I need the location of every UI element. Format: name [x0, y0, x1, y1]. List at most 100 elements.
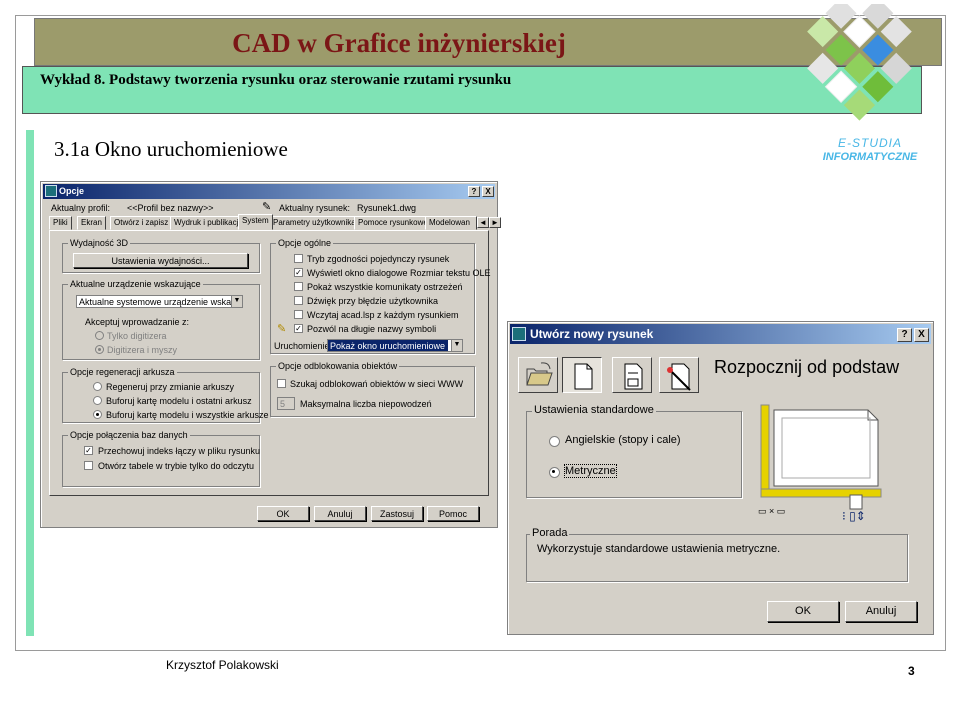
imperial-label: Angielskie (stopy i cale) [565, 434, 681, 446]
metric-label: Metryczne [564, 464, 617, 478]
long-names-checkbox[interactable]: ✓ [294, 324, 303, 333]
close-icon[interactable]: X [482, 186, 494, 197]
pointing-group: Aktualne urządzenie wskazujące Aktualne … [62, 279, 260, 360]
cache-all-layouts-label: Buforuj kartę modelu i wszystkie arkusze [106, 410, 269, 420]
tip-text: Wykorzystuje standardowe ustawienia metr… [537, 543, 781, 555]
tab-scroll-right-icon[interactable]: ► [489, 217, 501, 228]
system-tab-panel: Wydajność 3D Ustawienia wydajności... Ak… [49, 230, 491, 496]
store-links-index-checkbox[interactable]: ✓ [84, 446, 93, 455]
single-drawing-checkbox[interactable] [294, 254, 303, 263]
ole-dialog-label: Wyświetl okno dialogowe Rozmiar tekstu O… [307, 268, 491, 278]
autocad-icon [512, 327, 526, 341]
unlock-group: Opcje odblokowania obiektów Szukaj odblo… [270, 361, 475, 417]
help-button[interactable]: Pomoc [427, 506, 479, 521]
ole-dialog-checkbox[interactable]: ✓ [294, 268, 303, 277]
new-drawing-dialog: Utwórz nowy rysunek ? X Rozpocznij od po… [507, 321, 934, 635]
tab-pliki[interactable]: Pliki [49, 216, 72, 230]
general-group-label: Opcje ogólne [276, 238, 334, 248]
logo-text-informatyczne: INFORMATYCZNE [822, 151, 918, 163]
show-warnings-label: Pokaż wszystkie komunikaty ostrzeżeń [307, 282, 463, 292]
search-web-unlock-checkbox[interactable] [277, 379, 286, 388]
page-number: 3 [908, 664, 915, 678]
svg-text:▭ × ▭: ▭ × ▭ [758, 506, 785, 516]
profile-label: Aktualny profil: [51, 203, 111, 213]
readonly-tables-label: Otwórz tabele w trybie tylko do odczytu [98, 461, 255, 471]
digitizer-mouse-radio[interactable] [95, 345, 104, 354]
unlock-group-label: Opcje odblokowania obiektów [276, 361, 400, 371]
open-drawing-button[interactable] [518, 357, 558, 393]
regen-on-switch-label: Regeneruj przy zmianie arkuszy [106, 382, 235, 392]
author-name: Krzysztof Polakowski [166, 658, 279, 672]
regen-on-switch-radio[interactable] [93, 382, 102, 391]
ok-button[interactable]: OK [767, 601, 839, 622]
load-acadlsp-label: Wczytaj acad.lsp z każdym rysunkiem [307, 310, 459, 320]
perf-group-label: Wydajność 3D [68, 238, 130, 248]
pointing-device-value: Aktualne systemowe urządzenie wskazujące [79, 297, 243, 307]
chevron-down-icon: ▼ [231, 296, 242, 307]
tab-wydruk[interactable]: Wydruk i publikacja [170, 216, 247, 230]
autocad-icon [45, 185, 57, 197]
beep-on-error-label: Dźwięk przy błędzie użytkownika [307, 296, 439, 306]
start-from-scratch-heading: Rozpocznij od podstaw [714, 357, 900, 377]
lecture-title: Wykład 8. Podstawy tworzenia rysunku ora… [40, 72, 512, 88]
help-title-button[interactable]: ? [468, 186, 480, 197]
max-failures-input[interactable]: 5 [277, 397, 295, 410]
chevron-down-icon: ▼ [451, 340, 462, 351]
long-names-label: Pozwól na długie nazwy symboli [307, 324, 437, 334]
regen-group: Opcje regeneracji arkusza Regeneruj przy… [62, 367, 269, 423]
drawing-value: Rysunek1.dwg [357, 203, 417, 213]
digitizer-mouse-label: Digitizera i myszy [107, 345, 178, 355]
metric-radio[interactable] [549, 467, 560, 478]
help-title-button[interactable]: ? [897, 328, 912, 342]
cancel-button[interactable]: Anuluj [314, 506, 366, 521]
pointing-group-label: Aktualne urządzenie wskazujące [68, 279, 203, 289]
cache-last-layout-radio[interactable] [93, 396, 102, 405]
blank-page-icon [574, 363, 593, 390]
svg-text:⁝ ▯⇕: ⁝ ▯⇕ [842, 509, 866, 522]
tab-otworz-zapisz[interactable]: Otwórz i zapisz [110, 216, 173, 230]
pointing-device-select[interactable]: Aktualne systemowe urządzenie wskazujące… [76, 295, 243, 308]
show-warnings-checkbox[interactable] [294, 282, 303, 291]
load-acadlsp-checkbox[interactable] [294, 310, 303, 319]
store-links-index-label: Przechowuj indeks łączy w pliku rysunku [98, 446, 261, 456]
close-icon[interactable]: X [914, 328, 929, 342]
readonly-tables-checkbox[interactable] [84, 461, 93, 470]
sheet-preview-icon: ▭ × ▭ ⁝ ▯⇕ [758, 404, 882, 522]
accent-bar [26, 130, 34, 636]
cache-all-layouts-radio[interactable] [93, 410, 102, 419]
standard-settings-label: Ustawienia standardowe [532, 404, 656, 416]
imperial-radio[interactable] [549, 436, 560, 447]
apply-button[interactable]: Zastosuj [371, 506, 423, 521]
db-group-label: Opcje połączenia baz danych [68, 430, 190, 440]
accept-input-label: Akceptuj wprowadzanie z: [85, 317, 190, 327]
startup-select[interactable]: Pokaż okno uruchomieniowe ▼ [327, 339, 463, 352]
folder-open-icon [526, 362, 553, 386]
logo-text-estudia: E-STUDIA [837, 136, 902, 150]
new-drawing-titlebar[interactable]: Utwórz nowy rysunek ? X [510, 324, 931, 344]
digitizer-only-label: Tylko digitizera [107, 331, 167, 341]
startup-label: Uruchomienie: [274, 341, 333, 351]
tab-ekran[interactable]: Ekran [77, 216, 106, 230]
start-from-scratch-button[interactable] [562, 357, 602, 393]
tab-system[interactable]: System [238, 214, 273, 230]
beep-on-error-checkbox[interactable] [294, 296, 303, 305]
tab-scroll-left-icon[interactable]: ◄ [477, 217, 489, 228]
ok-button[interactable]: OK [257, 506, 309, 521]
tab-pomoce[interactable]: Pomoce rysunkowe [354, 216, 432, 230]
drawing-icon: ✎ [262, 201, 272, 213]
performance-settings-button[interactable]: Ustawienia wydajności... [73, 253, 248, 268]
drawing-label: Aktualny rysunek: [279, 203, 351, 213]
use-wizard-button[interactable] [659, 357, 699, 393]
new-drawing-title: Utwórz nowy rysunek [530, 327, 654, 341]
tab-parametry[interactable]: Parametry użytkownika [269, 216, 360, 230]
search-web-unlock-label: Szukaj odblokowań obiektów w sieci WWW [290, 379, 464, 389]
use-template-button[interactable] [612, 357, 652, 393]
course-title: CAD w Grafice inżynierskiej [232, 28, 566, 58]
section-title: 3.1a Okno uruchomieniowe [54, 137, 288, 161]
options-titlebar[interactable]: Opcje ? X [43, 184, 495, 199]
cancel-button[interactable]: Anuluj [845, 601, 917, 622]
general-group: Opcje ogólne Tryb zgodności pojedynczy r… [270, 238, 491, 354]
tab-modelowanie[interactable]: Modelowan [425, 216, 477, 230]
digitizer-only-radio[interactable] [95, 331, 104, 340]
drawing-setting-icon: ✎ [277, 323, 287, 335]
